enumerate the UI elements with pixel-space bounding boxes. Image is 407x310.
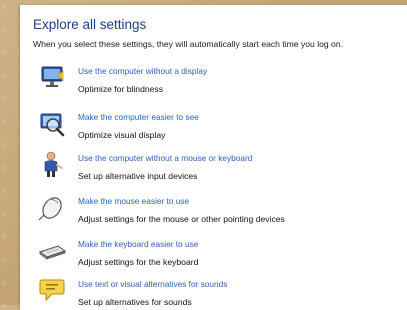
setting-link[interactable]: Make the keyboard easier to use <box>78 239 198 249</box>
page-description: When you select these settings, they wil… <box>33 39 344 49</box>
setting-link[interactable]: Make the mouse easier to use <box>78 196 189 206</box>
setting-subtitle: Optimize visual display <box>78 130 166 140</box>
keyboard-icon <box>38 236 67 264</box>
setting-subtitle: Set up alternatives for sounds <box>78 297 192 307</box>
setting-link[interactable]: Use the computer without a display <box>78 66 207 76</box>
setting-subtitle: Set up alternative input devices <box>78 171 198 181</box>
person-at-computer-icon <box>38 150 66 178</box>
mouse-icon <box>38 193 66 221</box>
setting-item-mouse-easier[interactable]: Make the mouse easier to use Adjust sett… <box>38 193 398 233</box>
setting-item-without-mouse-keyboard[interactable]: Use the computer without a mouse or keyb… <box>38 150 398 190</box>
setting-subtitle: Adjust settings for the mouse or other p… <box>78 214 285 224</box>
settings-panel: Explore all settings When you select the… <box>20 5 407 310</box>
speech-bubble-icon <box>38 276 66 304</box>
setting-item-keyboard-easier[interactable]: Make the keyboard easier to use Adjust s… <box>38 236 398 276</box>
setting-item-easier-to-see[interactable]: Make the computer easier to see Optimize… <box>38 109 398 149</box>
magnifier-screen-icon <box>38 109 66 137</box>
page-title: Explore all settings <box>33 17 147 32</box>
setting-link[interactable]: Use text or visual alternatives for soun… <box>78 279 227 289</box>
monitor-speaker-icon <box>38 63 66 91</box>
setting-link[interactable]: Use the computer without a mouse or keyb… <box>78 153 252 163</box>
setting-subtitle: Optimize for blindness <box>78 84 164 94</box>
setting-link[interactable]: Make the computer easier to see <box>78 112 199 122</box>
setting-item-without-display[interactable]: Use the computer without a display Optim… <box>38 63 398 103</box>
setting-subtitle: Adjust settings for the keyboard <box>78 257 199 267</box>
